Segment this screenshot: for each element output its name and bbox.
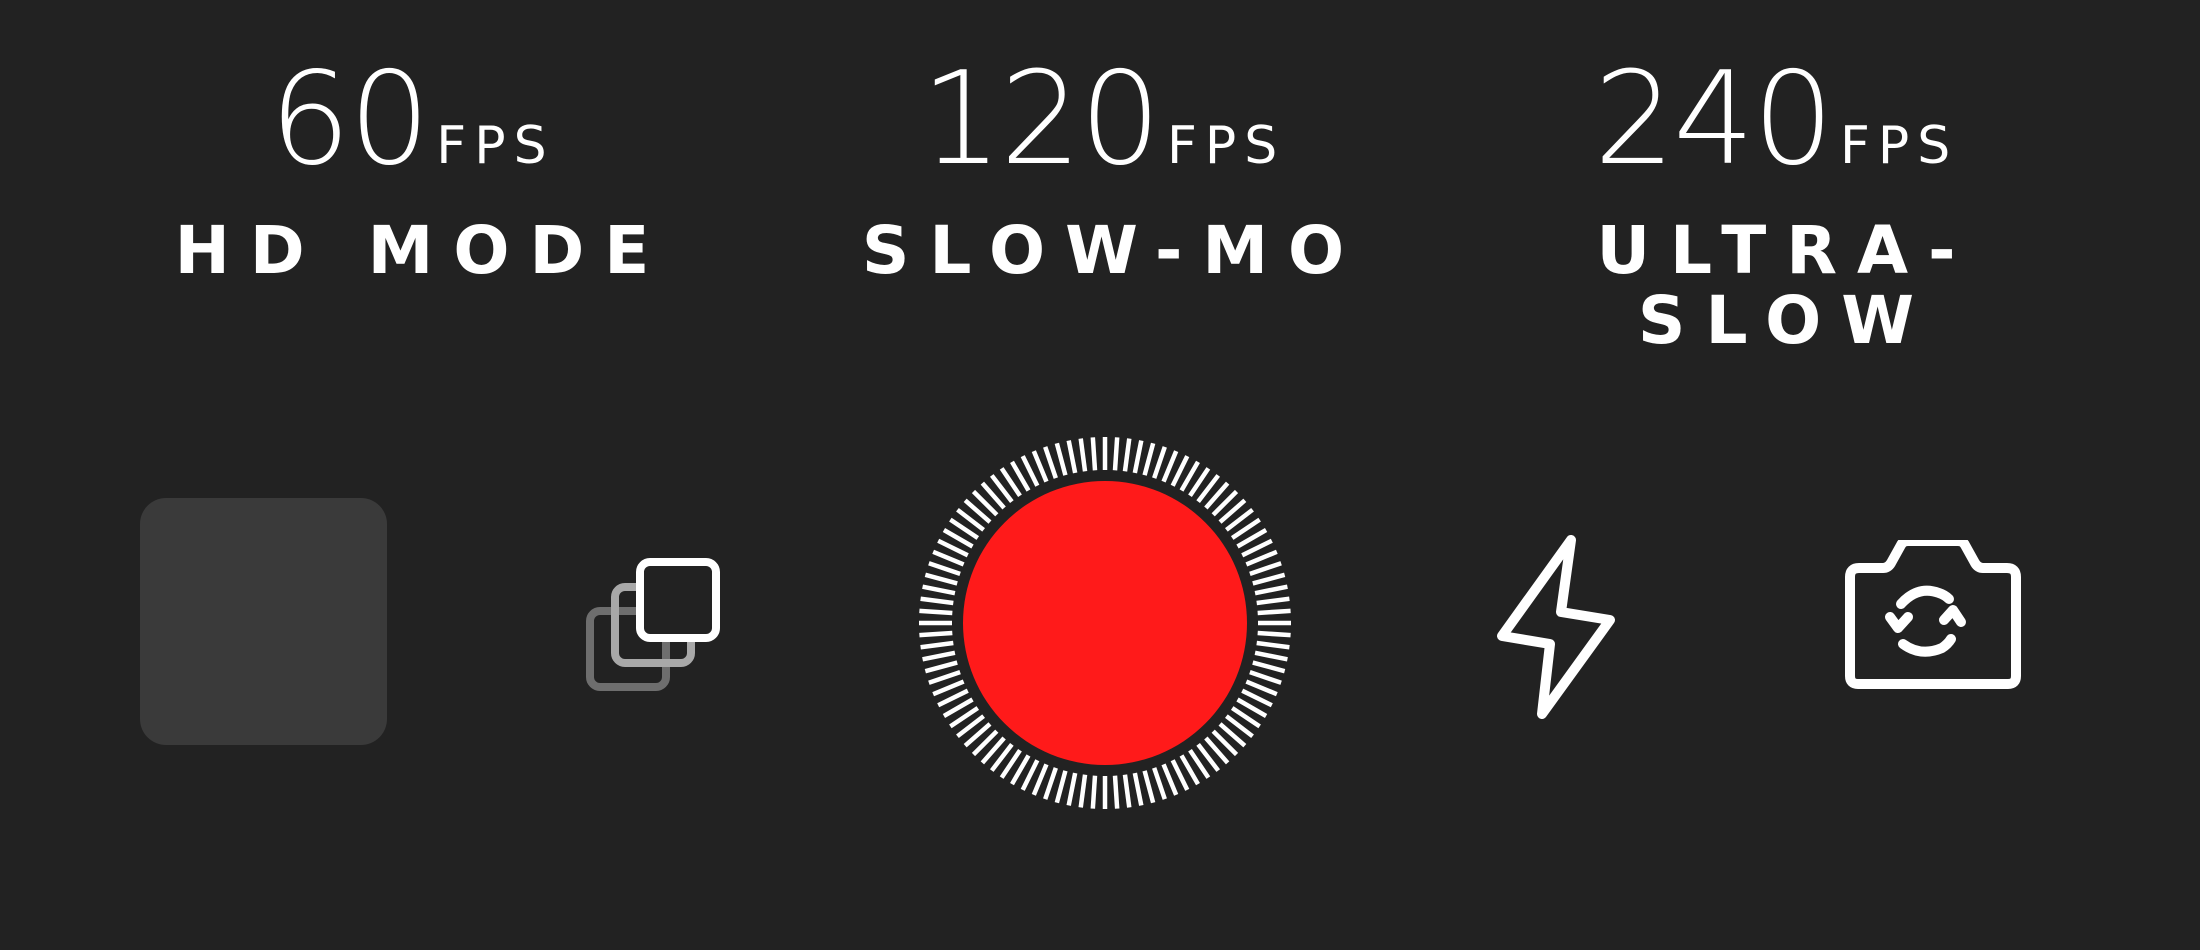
record-ring-tick (1066, 772, 1078, 806)
record-ring-tick (1043, 446, 1058, 479)
record-ring-tick (1142, 770, 1156, 804)
record-ring-tick (1090, 775, 1098, 809)
record-ring-tick (932, 679, 965, 697)
record-ring-tick (1254, 584, 1288, 596)
mode-label: HD MODE (174, 212, 670, 289)
record-ring-tick (1122, 438, 1132, 472)
mode-60fps-hd[interactable]: 60 FPS HD MODE (112, 45, 712, 289)
record-ring-tick (932, 549, 965, 567)
record-ring-tick (1256, 640, 1290, 650)
record-ring-tick (928, 561, 961, 576)
record-ring-tick (922, 650, 956, 662)
record-ring-tick (1066, 440, 1078, 474)
record-ring-tick (1249, 670, 1282, 685)
record-ring-tick (1152, 446, 1167, 479)
record-ring-tick (1152, 767, 1167, 800)
record-ring-tick (1161, 763, 1179, 796)
record-ring-tick (1254, 650, 1288, 662)
record-ring-tick (1090, 437, 1098, 471)
mode-label: SLOW-MO (861, 212, 1365, 289)
camera-controls-panel: 60 FPS HD MODE 120 FPS SLOW-MO 240 FPS U… (0, 0, 2200, 950)
record-ring-tick (1112, 775, 1120, 809)
burst-button[interactable] (572, 548, 732, 698)
fps-number: 120 (920, 45, 1161, 194)
burst-stack-icon (586, 558, 720, 691)
mode-120fps-slowmo[interactable]: 120 FPS SLOW-MO (803, 45, 1403, 289)
flip-camera-icon (1845, 536, 2021, 689)
record-ring-tick (919, 608, 953, 616)
fps-unit: FPS (436, 116, 555, 176)
record-ring-tick (1249, 561, 1282, 576)
record-ring-tick (1161, 450, 1179, 483)
fps-number: 60 (269, 45, 430, 194)
fps-readout: 240 FPS (1476, 45, 2076, 194)
record-ring-tick (1256, 596, 1290, 606)
record-ring-tick (920, 596, 954, 606)
record-dot (963, 481, 1247, 765)
record-ring-tick (1054, 442, 1068, 476)
mode-240fps-ultraslow[interactable]: 240 FPS ULTRA-SLOW (1476, 45, 2076, 359)
record-ring-tick (1043, 767, 1058, 800)
record-ring-tick (1132, 440, 1144, 474)
mode-label: ULTRA-SLOW (1596, 212, 1976, 359)
record-ring-tick (924, 572, 958, 586)
fps-number: 240 (1593, 45, 1834, 194)
record-ring-tick (1031, 763, 1049, 796)
record-button[interactable] (905, 428, 1305, 828)
record-ring-tick (928, 670, 961, 685)
record-ring-tick (1112, 437, 1120, 471)
record-ring-tick (1122, 774, 1132, 808)
record-ring-tick (1054, 770, 1068, 804)
flash-button[interactable] (1490, 528, 1640, 728)
record-ring-tick (1257, 608, 1291, 616)
record-ring-tick (924, 660, 958, 674)
record-ring-tick (1078, 774, 1088, 808)
record-ring-tick (1078, 438, 1088, 472)
record-ring-tick (1245, 679, 1278, 697)
record-ring-tick (919, 630, 953, 638)
record-icon (919, 437, 1291, 809)
fps-readout: 120 FPS (803, 45, 1403, 194)
record-ring-tick (1142, 442, 1156, 476)
record-ring-tick (922, 584, 956, 596)
flip-camera-button[interactable] (1840, 536, 2030, 710)
fps-unit: FPS (1840, 116, 1959, 176)
record-ring-tick (1031, 450, 1049, 483)
fps-unit: FPS (1167, 116, 1286, 176)
record-ring-tick (1132, 772, 1144, 806)
gallery-thumbnail-button[interactable] (140, 498, 387, 745)
fps-readout: 60 FPS (112, 45, 712, 194)
record-ring-tick (1252, 572, 1286, 586)
record-ring-tick (920, 640, 954, 650)
record-ring-tick (1257, 630, 1291, 638)
record-ring-tick (1252, 660, 1286, 674)
flash-icon (1497, 535, 1615, 719)
record-ring-tick (1245, 549, 1278, 567)
